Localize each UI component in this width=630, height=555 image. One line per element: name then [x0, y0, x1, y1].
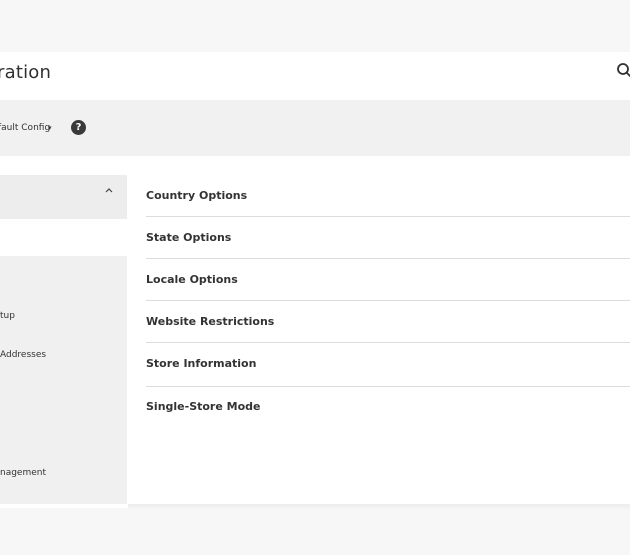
group-country-options[interactable]: Country Options: [146, 189, 247, 202]
divider: [146, 300, 630, 301]
config-content: [128, 156, 630, 508]
sidebar-item-addresses[interactable]: Addresses: [0, 350, 46, 360]
group-single-store-mode[interactable]: Single-Store Mode: [146, 400, 261, 413]
caret-down-icon[interactable]: ▾: [48, 124, 52, 132]
group-store-information[interactable]: Store Information: [146, 357, 256, 370]
divider: [146, 258, 630, 259]
group-website-restrictions[interactable]: Website Restrictions: [146, 315, 274, 328]
page-header: [0, 52, 630, 100]
divider: [146, 342, 630, 343]
sidebar-section-header[interactable]: [0, 175, 127, 219]
divider: [146, 216, 630, 217]
sidebar-item-management[interactable]: nagement: [0, 468, 46, 478]
chevron-up-icon[interactable]: [104, 186, 114, 194]
search-icon[interactable]: [616, 62, 630, 80]
sidebar-item-list: [0, 256, 127, 504]
group-locale-options[interactable]: Locale Options: [146, 273, 238, 286]
help-icon[interactable]: ?: [71, 120, 86, 135]
scope-switcher-bar: [0, 100, 630, 156]
group-state-options[interactable]: State Options: [146, 231, 231, 244]
content-shadow: [128, 504, 630, 510]
page-title: ration: [0, 62, 52, 83]
scope-switcher[interactable]: fault Config: [0, 123, 50, 133]
divider: [146, 386, 630, 387]
sidebar-item-setup[interactable]: tup: [0, 311, 15, 321]
